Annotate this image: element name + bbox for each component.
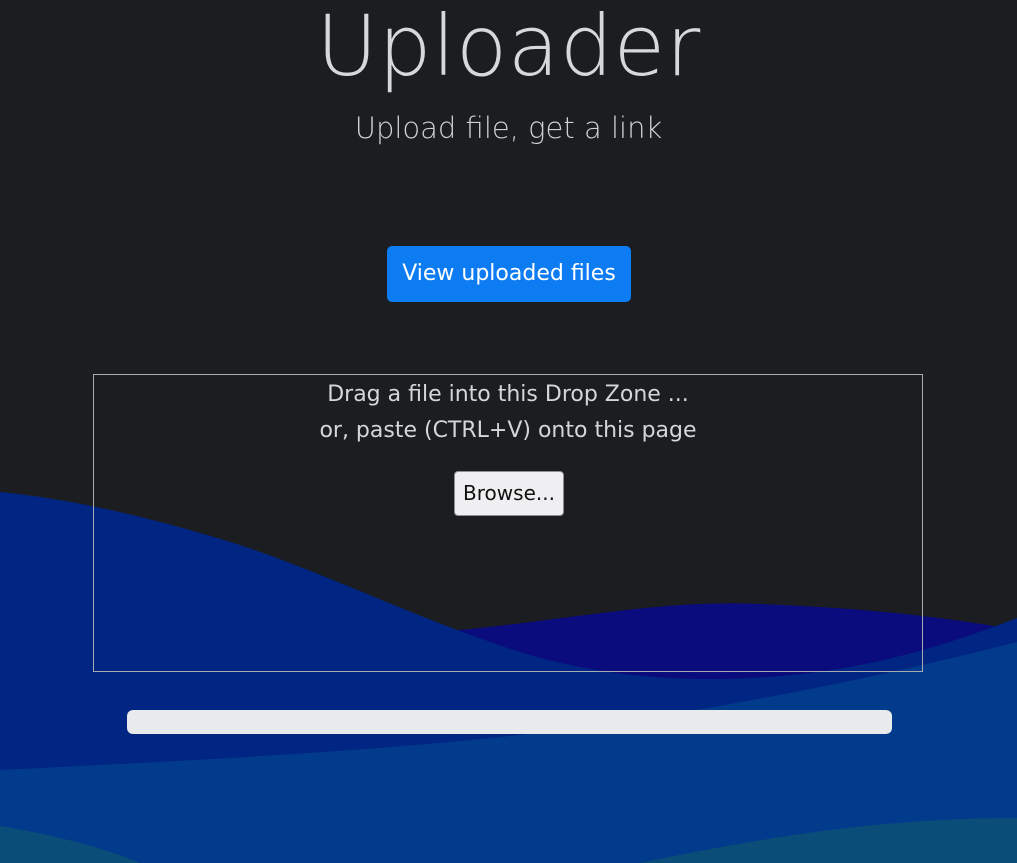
view-uploaded-files-button[interactable]: View uploaded files bbox=[387, 246, 631, 302]
drop-zone-instruction: Drag a file into this Drop Zone ... bbox=[327, 382, 689, 407]
paste-instruction: or, paste (CTRL+V) onto this page bbox=[319, 418, 697, 443]
uploader-page: Uploader Upload file, get a link View up… bbox=[0, 0, 1017, 863]
page-subtitle: Upload file, get a link bbox=[354, 111, 663, 145]
browse-button[interactable]: Browse... bbox=[454, 471, 564, 516]
drop-zone[interactable]: Drag a file into this Drop Zone ... or, … bbox=[93, 374, 923, 672]
upload-progress-bar bbox=[127, 710, 892, 734]
main-content: Uploader Upload file, get a link View up… bbox=[0, 0, 1017, 863]
page-title: Uploader bbox=[316, 0, 701, 95]
